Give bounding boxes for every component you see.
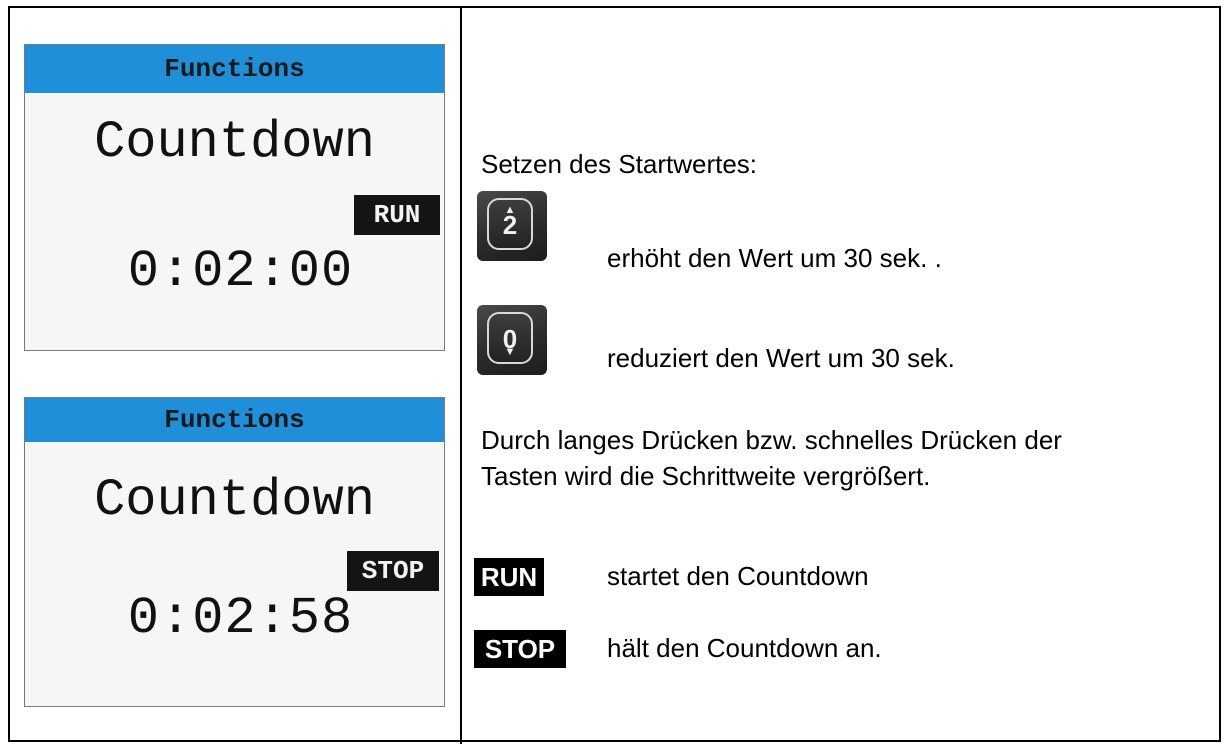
paragraph-line: Tasten wird die Schrittweite vergrößert. (481, 461, 931, 491)
device-screen-run: Functions Countdown RUN 0:02:00 (24, 44, 445, 351)
key-0-button: 0 ▼ (477, 305, 547, 375)
stop-description: hält den Countdown an. (607, 633, 882, 663)
column-divider (460, 6, 462, 744)
screen-status-badge: RUN (354, 195, 440, 235)
paragraph-line: Durch langes Drücken bzw. schnelles Drüc… (481, 425, 1062, 455)
screen-title: Countdown (94, 113, 375, 172)
section-heading: Setzen des Startwertes: (481, 149, 758, 179)
key-up-description: erhöht den Wert um 30 sek. . (607, 243, 942, 273)
screen-header: Functions (25, 398, 444, 442)
run-badge: RUN (474, 558, 544, 596)
screen-status-badge: STOP (347, 551, 439, 591)
step-size-paragraph: Durch langes Drücken bzw. schnelles Drüc… (481, 422, 1062, 494)
screen-time-display: 0:02:58 (127, 589, 354, 648)
arrow-down-icon: ▼ (504, 346, 516, 358)
key-2-button: ▲ 2 (477, 191, 547, 261)
key-down-description: reduziert den Wert um 30 sek. (607, 343, 955, 373)
stop-badge: STOP (474, 630, 566, 668)
key-label: 2 (502, 210, 518, 240)
screen-time-display: 0:02:00 (127, 242, 354, 301)
screen-title: Countdown (94, 471, 375, 530)
run-description: startet den Countdown (607, 561, 869, 591)
screen-header: Functions (25, 45, 444, 93)
device-screen-stop: Functions Countdown STOP 0:02:58 (24, 397, 445, 707)
